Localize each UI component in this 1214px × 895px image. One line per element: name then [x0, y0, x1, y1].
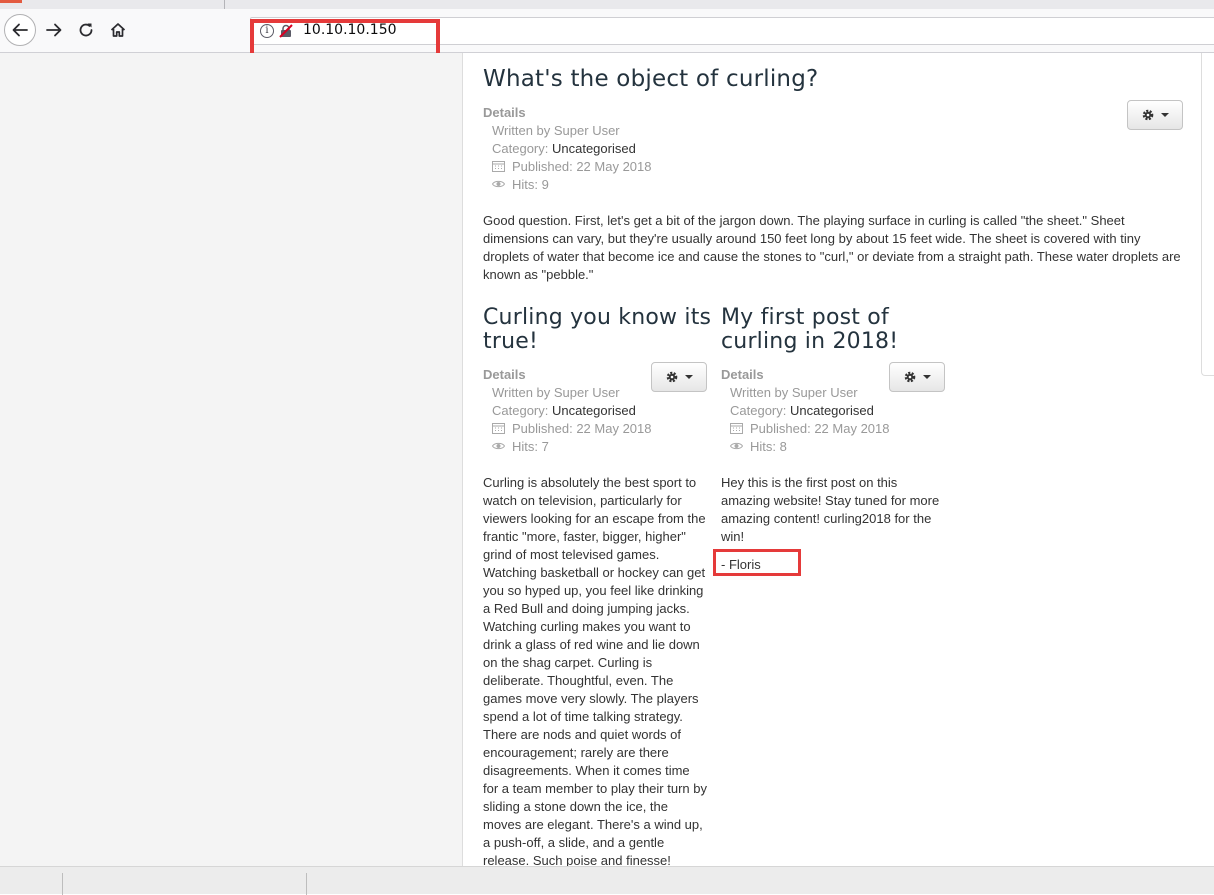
author-line: Written by Super User — [492, 123, 620, 138]
author-line: Written by Super User — [730, 385, 858, 400]
category-line: Category: Uncategorised — [483, 140, 1183, 158]
chevron-down-icon — [1161, 113, 1169, 117]
gear-icon — [666, 371, 678, 383]
chevron-down-icon — [685, 375, 693, 379]
arrow-right-icon — [46, 23, 62, 37]
category-line: Category: Uncategorised — [483, 402, 651, 420]
author-line: Written by Super User — [492, 385, 620, 400]
sidebar-edge — [1201, 53, 1214, 376]
article-details: Details Written by Super User Category: … — [721, 366, 889, 456]
article-tools-button[interactable] — [889, 362, 945, 392]
category-line: Category: Uncategorised — [721, 402, 889, 420]
article-title[interactable]: What's the object of curling? — [483, 64, 818, 94]
forward-button[interactable] — [38, 14, 70, 46]
category-label: Category: — [730, 403, 790, 418]
published-line: Published: 22 May 2018 — [721, 420, 889, 438]
details-label: Details — [483, 105, 526, 120]
browser-toolbar: i 10.10.10.150 — [0, 9, 1214, 53]
bottom-divider — [62, 873, 63, 895]
article-body: Curling is absolutely the best sport to … — [483, 475, 707, 868]
bottom-bar — [0, 866, 1214, 895]
tab-strip — [0, 0, 1214, 9]
eye-icon — [730, 442, 743, 450]
signature-highlight-box — [713, 549, 801, 576]
hits-count: Hits: 8 — [750, 439, 787, 454]
gear-icon — [904, 371, 916, 383]
hits-line: Hits: 9 — [483, 176, 1183, 194]
category-link[interactable]: Uncategorised — [552, 141, 636, 156]
published-date: Published: 22 May 2018 — [512, 159, 652, 174]
article-title[interactable]: My first post of curling in 2018! — [721, 306, 951, 354]
hits-line: Hits: 8 — [721, 438, 889, 456]
eye-icon — [492, 442, 505, 450]
published-line: Published: 22 May 2018 — [483, 158, 1183, 176]
article-title[interactable]: Curling you know its true! — [483, 306, 713, 354]
published-line: Published: 22 May 2018 — [483, 420, 651, 438]
reload-icon — [79, 23, 93, 37]
home-button[interactable] — [102, 14, 134, 46]
category-link[interactable]: Uncategorised — [552, 403, 636, 418]
article-details: Details Written by Super User Category: … — [483, 104, 1183, 194]
firefox-icon — [0, 0, 22, 3]
bottom-divider — [306, 873, 307, 895]
calendar-icon — [492, 161, 505, 172]
hits-line: Hits: 7 — [483, 438, 651, 456]
gear-icon — [1142, 109, 1154, 121]
page-left-pane — [0, 53, 462, 894]
calendar-icon — [492, 423, 505, 434]
back-button[interactable] — [4, 14, 36, 46]
eye-icon — [492, 180, 505, 188]
category-label: Category: — [492, 141, 552, 156]
chevron-down-icon — [923, 375, 931, 379]
arrow-left-icon — [12, 23, 28, 37]
article-details: Details Written by Super User Category: … — [483, 366, 651, 456]
published-date: Published: 22 May 2018 — [512, 421, 652, 436]
category-link[interactable]: Uncategorised — [790, 403, 874, 418]
home-icon — [110, 23, 126, 37]
tab-divider — [224, 0, 225, 9]
details-label: Details — [483, 367, 526, 382]
article-tools-button[interactable] — [1127, 100, 1183, 130]
hits-count: Hits: 9 — [512, 177, 549, 192]
article-body: Good question. First, let's get a bit of… — [483, 213, 1181, 282]
article-tools-button[interactable] — [651, 362, 707, 392]
published-date: Published: 22 May 2018 — [750, 421, 890, 436]
article-main: Details Written by Super User Category: … — [483, 104, 1183, 282]
content-border — [462, 53, 463, 894]
article-column-left: Curling you know its true! Details Writt… — [483, 306, 713, 869]
details-label: Details — [721, 367, 764, 382]
hits-count: Hits: 7 — [512, 439, 549, 454]
calendar-icon — [730, 423, 743, 434]
article-body: Hey this is the first post on this amazi… — [721, 475, 940, 544]
reload-button[interactable] — [70, 14, 102, 46]
article-column-right: My first post of curling in 2018! Detail… — [721, 306, 951, 545]
category-label: Category: — [492, 403, 552, 418]
